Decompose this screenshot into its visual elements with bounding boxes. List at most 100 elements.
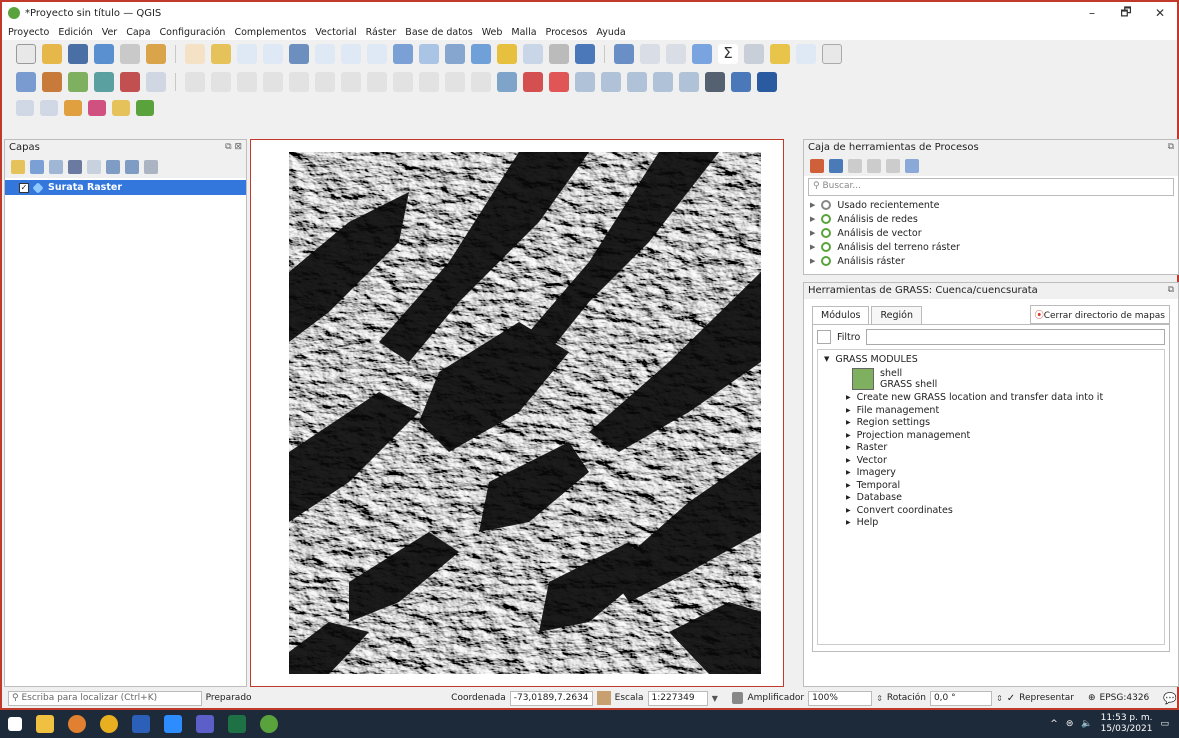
diagram-pin-icon[interactable] (575, 72, 595, 92)
tree-view-icon[interactable] (817, 330, 831, 344)
identify-icon[interactable] (614, 44, 634, 64)
temporal-icon[interactable] (549, 44, 569, 64)
expand-arrow-icon[interactable]: ▶ (846, 432, 851, 439)
map-canvas[interactable] (250, 139, 784, 687)
expand-arrow-icon[interactable]: ▶ (846, 419, 851, 426)
remove-layer-icon[interactable] (144, 160, 158, 174)
grass-module[interactable]: ▶ Temporal (824, 479, 1158, 492)
expand-arrow-icon[interactable]: ▶ (846, 482, 851, 489)
vertex-tool-icon[interactable] (289, 72, 309, 92)
expand-arrow-icon[interactable]: ▶ (846, 494, 851, 501)
open-project-icon[interactable] (42, 44, 62, 64)
select-location-icon[interactable] (112, 100, 130, 116)
expand-arrow-icon[interactable]: ▶ (846, 519, 851, 526)
select-expression-icon[interactable] (136, 100, 154, 116)
tab-region[interactable]: Región (871, 306, 922, 324)
menu-base-de-datos[interactable]: Base de datos (405, 27, 472, 38)
grass-module[interactable]: ▶ Region settings (824, 417, 1158, 430)
annotation-icon[interactable] (770, 44, 790, 64)
menu-proyecto[interactable]: Proyecto (8, 27, 49, 38)
filter-legend-icon[interactable] (87, 160, 101, 174)
toggle-editing-icon[interactable] (211, 72, 231, 92)
save-edits-icon[interactable] (237, 72, 257, 92)
grass-module[interactable]: ▶ Convert coordinates (824, 504, 1158, 517)
grass-root[interactable]: ▼ GRASS MODULES (824, 353, 1158, 366)
menu-web[interactable]: Web (482, 27, 503, 38)
menu-configuracion[interactable]: Configuración (160, 27, 226, 38)
file-explorer-icon[interactable] (36, 715, 54, 733)
app-icon[interactable] (68, 715, 86, 733)
render-checkbox[interactable]: ✓ (1007, 693, 1015, 704)
pan-icon[interactable] (185, 44, 205, 64)
minimize-button[interactable]: – (1075, 6, 1109, 20)
zoom-in-icon[interactable] (237, 44, 257, 64)
excel-icon[interactable] (228, 715, 246, 733)
redo-icon[interactable] (445, 72, 465, 92)
collapse-all-icon[interactable] (125, 160, 139, 174)
style-icon[interactable] (11, 160, 25, 174)
grass-module[interactable]: ▶ Projection management (824, 429, 1158, 442)
zoom-native-icon[interactable] (367, 44, 387, 64)
add-raster-icon[interactable] (68, 72, 88, 92)
word-icon[interactable] (132, 715, 150, 733)
menu-capa[interactable]: Capa (126, 27, 150, 38)
toolbox-item[interactable]: ▶ Análisis de redes (804, 212, 1178, 226)
menu-edicion[interactable]: Edición (58, 27, 92, 38)
digitize-icon[interactable] (146, 72, 166, 92)
toolbox-item[interactable]: ▶ Análisis ráster (804, 254, 1178, 268)
label-pin-icon[interactable] (497, 72, 517, 92)
scale-field[interactable]: 1:227349 (647, 690, 708, 706)
measure-icon[interactable] (744, 44, 764, 64)
add-group-icon[interactable] (30, 160, 44, 174)
expand-arrow-icon[interactable]: ▶ (810, 215, 815, 223)
panel-float-icon[interactable]: ⧉ (1168, 285, 1174, 297)
zoom-out-icon[interactable] (263, 44, 283, 64)
processing-toolbox-icon[interactable] (692, 44, 712, 64)
coordinate-field[interactable]: -73,0189,7.2634 (509, 690, 594, 706)
label-property-icon[interactable] (653, 72, 673, 92)
bookmark-icon[interactable] (497, 44, 517, 64)
maximize-button[interactable]: 🗗 (1109, 3, 1143, 24)
label-change-icon[interactable] (549, 72, 569, 92)
grass-module[interactable]: ▶ Imagery (824, 467, 1158, 480)
print-layout-icon[interactable] (120, 44, 140, 64)
grass-tools-icon[interactable] (705, 72, 725, 92)
visibility-icon[interactable] (49, 160, 63, 174)
statistics-icon[interactable]: Σ (718, 44, 738, 64)
locator-input[interactable]: ⚲ Escriba para localizar (Ctrl+K) (8, 690, 202, 706)
paste-features-icon[interactable] (393, 72, 413, 92)
models-icon[interactable] (810, 159, 824, 173)
select-all-icon[interactable] (88, 100, 106, 116)
rotation-spinner-icon[interactable]: ⇕ (996, 694, 1003, 703)
panel-float-close-icon[interactable]: ⧉ ⊠ (225, 142, 242, 154)
label-show-icon[interactable] (679, 72, 699, 92)
magnifier-spinner-icon[interactable]: ⇕ (876, 694, 883, 703)
new-map-view-icon[interactable] (445, 44, 465, 64)
refresh-icon[interactable] (575, 44, 595, 64)
menu-ayuda[interactable]: Ayuda (596, 27, 625, 38)
toolbox-item[interactable]: ▶ Análisis de vector (804, 226, 1178, 240)
lock-icon[interactable] (731, 692, 744, 704)
expand-arrow-icon[interactable]: ▶ (846, 394, 851, 401)
expand-arrow-icon[interactable]: ▶ (810, 257, 815, 265)
rotation-field[interactable]: 0,0 ° (929, 690, 993, 706)
filter-icon[interactable] (68, 160, 82, 174)
expand-arrow-icon[interactable]: ▶ (846, 407, 851, 414)
select-features-icon[interactable] (16, 100, 34, 116)
bookmarks-icon[interactable] (523, 44, 543, 64)
add-delimited-icon[interactable] (120, 72, 140, 92)
crs-button[interactable]: EPSG:4326 (1100, 693, 1150, 703)
cut-features-icon[interactable] (341, 72, 361, 92)
expand-arrow-icon[interactable]: ▶ (846, 507, 851, 514)
close-button[interactable]: ✕ (1143, 6, 1177, 20)
notifications-icon[interactable]: ▭ (1160, 719, 1169, 729)
menu-malla[interactable]: Malla (511, 27, 536, 38)
diagram-move-icon[interactable] (601, 72, 621, 92)
new-3d-view-icon[interactable] (471, 44, 491, 64)
zoom-full-icon[interactable] (289, 44, 309, 64)
grass-module[interactable]: ▶ Database (824, 492, 1158, 505)
grass-module[interactable]: ▶ Help (824, 517, 1158, 530)
expand-arrow-icon[interactable]: ▶ (846, 457, 851, 464)
map-tips-icon[interactable] (796, 44, 816, 64)
python-console-icon[interactable] (731, 72, 751, 92)
